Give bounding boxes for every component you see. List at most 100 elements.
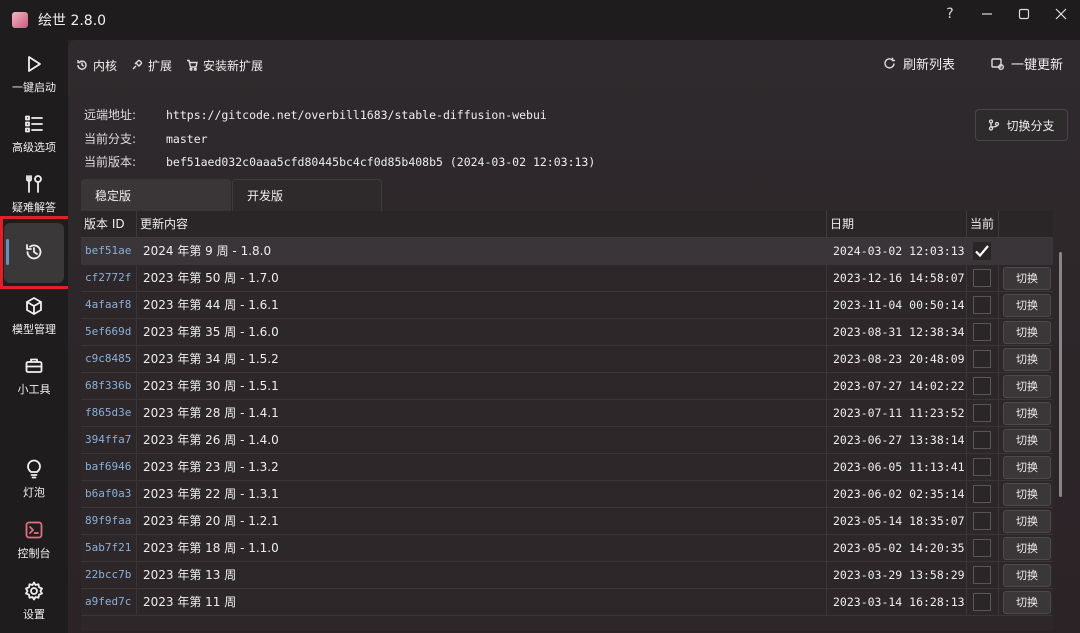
- tab-stable[interactable]: 稳定版: [81, 179, 231, 211]
- current-checkbox[interactable]: [973, 350, 991, 368]
- one-click-update-label: 一键更新: [1011, 58, 1064, 73]
- switch-version-button[interactable]: 切换: [1003, 348, 1051, 371]
- table-row[interactable]: 5ef669d 2023 年第 35 周 - 1.6.0 2023-08-31 12…: [81, 319, 1053, 346]
- tab-extensions[interactable]: 扩展: [131, 57, 172, 74]
- current-checkbox[interactable]: [973, 512, 991, 530]
- version-id: f865d3e: [81, 400, 137, 427]
- table-row[interactable]: 394ffa7 2023 年第 26 周 - 1.4.0 2023-06-27 13…: [81, 427, 1053, 454]
- current-checkbox[interactable]: [973, 431, 991, 449]
- current-checkbox[interactable]: [973, 539, 991, 557]
- table-row[interactable]: cf2772f 2023 年第 50 周 - 1.7.0 2023-12-16 14…: [81, 265, 1053, 292]
- version-date: 2023-12-16 14:58:07: [827, 265, 967, 292]
- table-row[interactable]: c9c8485 2023 年第 34 周 - 1.5.2 2023-08-23 20…: [81, 346, 1053, 373]
- sidebar-item-label: 控制台: [17, 547, 51, 560]
- tab-install-extension[interactable]: 安装新扩展: [186, 57, 263, 74]
- header-version-id[interactable]: 版本 ID: [81, 211, 137, 238]
- checkmark-icon: [975, 245, 989, 258]
- red-highlight-annotation: [0, 216, 76, 289]
- update-content: 2023 年第 44 周 - 1.6.1: [137, 292, 827, 319]
- table-scrollbar[interactable]: [1059, 252, 1062, 497]
- current-checkbox[interactable]: [973, 296, 991, 314]
- action-cell: 切换: [999, 589, 1053, 616]
- update-content: 2024 年第 9 周 - 1.8.0: [137, 238, 827, 265]
- version-table: 版本 ID 更新内容 日期 当前 bef51ae 2024 年第 9 周 - 1.…: [81, 211, 1053, 631]
- sidebar-item-settings[interactable]: 设置: [0, 581, 68, 622]
- current-checkbox[interactable]: [973, 377, 991, 395]
- maximize-button[interactable]: [1005, 0, 1043, 28]
- current-checkbox[interactable]: [973, 458, 991, 476]
- current-checkbox[interactable]: [973, 566, 991, 584]
- one-click-update-button[interactable]: 一键更新: [991, 54, 1063, 73]
- sidebar-item-label: 小工具: [17, 383, 51, 396]
- switch-version-button[interactable]: 切换: [1003, 294, 1051, 317]
- switch-version-button[interactable]: 切换: [1003, 510, 1051, 533]
- sidebar-item-label: 高级选项: [12, 141, 56, 154]
- sidebar-item-advanced[interactable]: 高级选项: [0, 114, 68, 155]
- close-button[interactable]: [1042, 0, 1080, 28]
- switch-version-button[interactable]: 切换: [1003, 267, 1051, 290]
- sidebar-item-models[interactable]: 模型管理: [0, 296, 68, 337]
- switch-version-button[interactable]: 切换: [1003, 321, 1051, 344]
- table-row[interactable]: 22bcc7b 2023 年第 13 周 2023-03-29 13:58:29 切换: [81, 562, 1053, 589]
- switch-version-button[interactable]: 切换: [1003, 483, 1051, 506]
- current-checkbox[interactable]: [973, 269, 991, 287]
- current-cell: [967, 481, 999, 508]
- switch-version-button[interactable]: 切换: [1003, 375, 1051, 398]
- table-row[interactable]: a9fed7c 2023 年第 11 周 2023-03-14 16:28:13 切换: [81, 589, 1053, 616]
- current-checkbox[interactable]: [973, 593, 991, 611]
- table-row[interactable]: 5ab7f21 2023 年第 18 周 - 1.1.0 2023-05-02 14…: [81, 535, 1053, 562]
- maximize-icon: [1018, 8, 1030, 20]
- header-date[interactable]: 日期: [827, 211, 967, 238]
- update-content: 2023 年第 34 周 - 1.5.2: [137, 346, 827, 373]
- sidebar-item-console[interactable]: 控制台: [0, 520, 68, 561]
- current-cell: [967, 535, 999, 562]
- action-cell: 切换: [999, 265, 1053, 292]
- current-cell: [967, 427, 999, 454]
- table-row[interactable]: f865d3e 2023 年第 28 周 - 1.4.1 2023-07-11 11…: [81, 400, 1053, 427]
- current-cell: [967, 373, 999, 400]
- current-checkbox[interactable]: [973, 323, 991, 341]
- header-update-content[interactable]: 更新内容: [137, 211, 827, 238]
- table-row[interactable]: 68f336b 2023 年第 30 周 - 1.5.1 2023-07-27 14…: [81, 373, 1053, 400]
- sidebar-item-label: 灯泡: [23, 486, 45, 499]
- remote-address-value: https://gitcode.net/overbill1683/stable-…: [166, 108, 547, 122]
- switch-version-button[interactable]: 切换: [1003, 429, 1051, 452]
- current-cell: [967, 346, 999, 373]
- help-button[interactable]: ?: [931, 0, 969, 28]
- table-row[interactable]: b6af0a3 2023 年第 22 周 - 1.3.1 2023-06-02 02…: [81, 481, 1053, 508]
- table-row[interactable]: 89f9faa 2023 年第 20 周 - 1.2.1 2023-05-14 18…: [81, 508, 1053, 535]
- switch-branch-button[interactable]: 切换分支: [975, 109, 1068, 141]
- update-content: 2023 年第 35 周 - 1.6.0: [137, 319, 827, 346]
- cube-icon: [26, 297, 42, 315]
- header-current[interactable]: 当前: [967, 211, 999, 238]
- table-row[interactable]: baf6946 2023 年第 23 周 - 1.3.2 2023-06-05 11…: [81, 454, 1053, 481]
- switch-version-button[interactable]: 切换: [1003, 402, 1051, 425]
- action-cell: 切换: [999, 346, 1053, 373]
- switch-version-button[interactable]: 切换: [1003, 591, 1051, 614]
- current-checkbox[interactable]: [973, 485, 991, 503]
- version-date: 2024-03-02 12:03:13: [827, 238, 967, 265]
- list-icon: [25, 115, 43, 133]
- version-date: 2023-07-11 11:23:52: [827, 400, 967, 427]
- version-label: 当前版本:: [84, 155, 137, 169]
- sidebar-item-bulb[interactable]: 灯泡: [0, 459, 68, 500]
- minimize-button[interactable]: [968, 0, 1006, 28]
- table-row[interactable]: bef51ae 2024 年第 9 周 - 1.8.0 2024-03-02 12:…: [81, 238, 1053, 265]
- current-checkbox[interactable]: [973, 242, 991, 260]
- current-cell: [967, 400, 999, 427]
- refresh-list-button[interactable]: 刷新列表: [883, 54, 955, 73]
- switch-version-button[interactable]: 切换: [1003, 537, 1051, 560]
- current-checkbox[interactable]: [973, 404, 991, 422]
- table-row[interactable]: 4afaaf8 2023 年第 44 周 - 1.6.1 2023-11-04 00…: [81, 292, 1053, 319]
- switch-version-button[interactable]: 切换: [1003, 564, 1051, 587]
- tab-kernel[interactable]: 内核: [76, 57, 117, 74]
- version-id: 22bcc7b: [81, 562, 137, 589]
- tab-dev[interactable]: 开发版: [232, 179, 382, 211]
- sidebar-item-launch[interactable]: 一键启动: [0, 54, 68, 95]
- switch-version-button[interactable]: 切换: [1003, 456, 1051, 479]
- app-title: 绘世 2.8.0: [38, 13, 107, 29]
- sidebar-item-tools[interactable]: 小工具: [0, 356, 68, 397]
- version-id: bef51ae: [81, 238, 137, 265]
- app-logo: [12, 12, 28, 28]
- sidebar-item-troubleshoot[interactable]: 疑难解答: [0, 174, 68, 215]
